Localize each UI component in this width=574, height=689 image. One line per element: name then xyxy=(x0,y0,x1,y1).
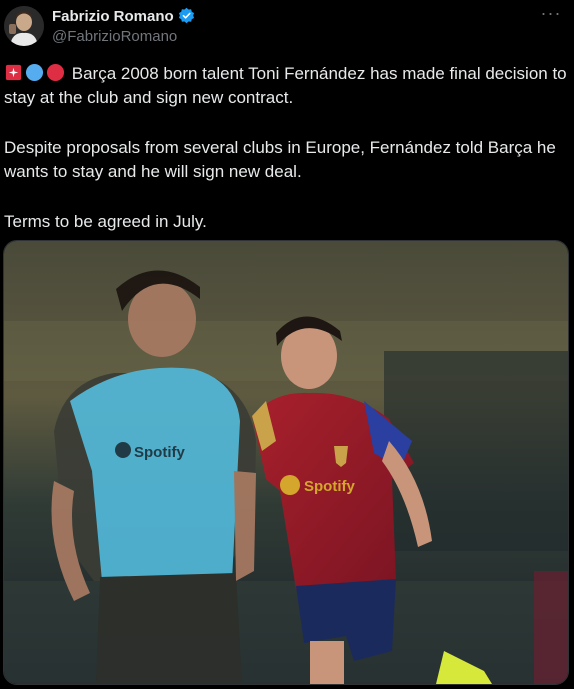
sponsor-text-red: Spotify xyxy=(304,478,355,495)
red-circle-emoji xyxy=(46,63,65,82)
tweet-paragraph-1: Barça 2008 born talent Toni Fernández ha… xyxy=(4,62,570,110)
paragraph-1-text: Barça 2008 born talent Toni Fernández ha… xyxy=(4,64,567,107)
more-options-button[interactable]: ··· xyxy=(536,4,566,26)
blue-circle-emoji xyxy=(25,63,44,82)
tweet-photo[interactable]: Spotify Spotify xyxy=(3,240,569,685)
tweet-text: Barça 2008 born talent Toni Fernández ha… xyxy=(4,62,570,234)
tweet-paragraph-2: Despite proposals from several clubs in … xyxy=(4,138,556,181)
author-name-text[interactable]: Fabrizio Romano xyxy=(52,8,174,25)
tweet-paragraph-3: Terms to be agreed in July. xyxy=(4,212,207,231)
siren-emoji xyxy=(5,64,22,81)
sponsor-text-blue: Spotify xyxy=(134,444,185,461)
author-display-name[interactable]: Fabrizio Romano xyxy=(52,7,195,25)
tweet-header: Fabrizio Romano @FabrizioRomano ··· xyxy=(0,0,574,56)
author-handle[interactable]: @FabrizioRomano xyxy=(52,28,177,45)
photo-scene: Spotify Spotify xyxy=(4,241,568,684)
verified-badge-icon xyxy=(178,7,194,24)
avatar[interactable] xyxy=(4,6,44,46)
